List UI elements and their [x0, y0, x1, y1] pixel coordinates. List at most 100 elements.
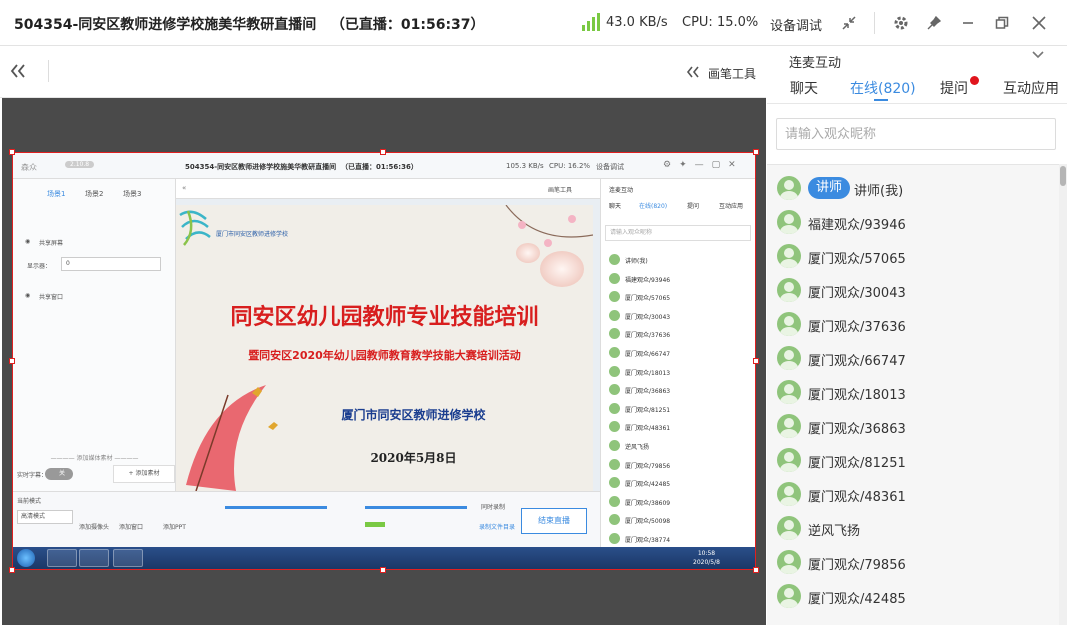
avatar-icon: [609, 458, 620, 470]
list-item[interactable]: 厦门观众/42485: [767, 584, 1057, 618]
inner-version-badge: 2.10.8: [65, 161, 95, 168]
avatar-icon: [609, 328, 620, 340]
avatar-icon: [777, 482, 801, 506]
inner-cpu-usage: CPU: 16.2%: [549, 162, 591, 170]
inner-audience-name: 逆风飞扬: [625, 444, 650, 451]
list-item[interactable]: 厦门观众/36863: [767, 414, 1057, 448]
list-item[interactable]: 厦门观众/66747: [767, 346, 1057, 380]
list-item[interactable]: 厦门观众/48361: [767, 482, 1057, 516]
tab-questions[interactable]: 提问: [940, 78, 968, 98]
double-chevron-left-icon[interactable]: [10, 62, 26, 83]
pen-tool-button[interactable]: 画笔工具: [708, 65, 756, 82]
restore-icon[interactable]: [991, 12, 1013, 34]
audience-name: 厦门观众/42485: [808, 592, 906, 607]
inner-scene-panel: 场景1 场景2 场景3 ◉ 共享屏幕 显示器： 0 ◉ 共享窗口 ———— 添加…: [13, 179, 176, 491]
inner-audience-name: 厦门观众/48361: [625, 425, 671, 433]
resize-handle[interactable]: [753, 358, 759, 364]
audience-name: 厦门观众/81251: [808, 456, 906, 471]
shrink-icon[interactable]: [838, 12, 860, 34]
list-item[interactable]: 厦门观众/30043: [767, 278, 1057, 312]
pin-icon[interactable]: [923, 12, 945, 34]
inner-audience-name: 福建观众/93946: [625, 276, 671, 284]
avatar-icon: [609, 440, 620, 451]
audience-name: 厦门观众/48361: [808, 490, 906, 505]
avatar-icon: [609, 495, 620, 507]
teacher-name: 讲师(我): [854, 184, 904, 199]
list-item[interactable]: 厦门观众/57065: [767, 244, 1057, 278]
cpu-usage: CPU: 15.0%: [682, 15, 759, 30]
audience-list: 讲师 讲师(我) 福建观众/93946 厦门观众/57065 厦门观众/30043 厦…: [767, 164, 1067, 625]
inner-audience-item: 厦门观众/57065: [601, 288, 755, 306]
app-icon: [113, 549, 143, 567]
resize-handle[interactable]: [9, 358, 15, 364]
avatar-icon: [777, 550, 801, 574]
inner-scene-tab-1: 场景1: [47, 190, 66, 198]
word-icon: [79, 549, 109, 567]
resize-handle[interactable]: [753, 567, 759, 573]
avatar-icon: [777, 210, 801, 234]
inner-audience-item: 讲师(我): [601, 251, 755, 269]
inner-network-speed: 105.3 KB/s: [506, 162, 544, 170]
list-item[interactable]: 厦门观众/18013: [767, 380, 1057, 414]
inner-audience-name: 厦门观众/50098: [625, 518, 671, 526]
inner-audience-name: 厦门观众/81251: [625, 406, 671, 414]
close-icon[interactable]: [1028, 12, 1050, 34]
active-tab-indicator: [874, 99, 888, 101]
list-item[interactable]: 福建观众/93946: [767, 210, 1057, 244]
app-window: 504354-同安区教师进修学校施美华教研直播间 （已直播：01:56:37） …: [0, 0, 1067, 625]
list-item[interactable]: 厦门观众/37636: [767, 312, 1057, 346]
avatar-icon: [609, 347, 620, 358]
teacher-badge: 讲师: [808, 177, 850, 199]
avatar-icon: [777, 414, 801, 438]
list-item[interactable]: 逆风飞扬: [767, 516, 1057, 550]
audience-search-input[interactable]: [776, 118, 1056, 150]
inner-audience-item: 厦门观众/37636: [601, 325, 755, 343]
inner-scene-tab-3: 场景3: [123, 190, 142, 198]
avatar-icon: [777, 584, 801, 608]
audience-name: 厦门观众/30043: [808, 286, 906, 301]
gear-icon[interactable]: [890, 12, 912, 34]
device-test-button[interactable]: 设备调试: [770, 15, 822, 34]
avatar-icon: [609, 254, 620, 265]
tab-chat[interactable]: 聊天: [790, 78, 818, 98]
inner-audience-item: 福建观众/93946: [601, 270, 755, 288]
audience-name: 厦门观众/66747: [808, 354, 906, 369]
avatar-icon: [609, 309, 620, 321]
audience-name: 厦门观众/18013: [808, 388, 906, 403]
resize-handle[interactable]: [753, 149, 759, 155]
slide-logo-text: 厦门市同安区教师进修学校: [216, 231, 289, 238]
resize-handle[interactable]: [380, 149, 386, 155]
scrollbar-thumb[interactable]: [1060, 166, 1066, 186]
resize-handle[interactable]: [9, 567, 15, 573]
eye-icon: ◉: [25, 292, 31, 299]
lianmai-dropdown[interactable]: 连麦互动: [789, 52, 841, 71]
inner-audience-item: 厦门观众/38774: [601, 530, 755, 548]
list-item-teacher[interactable]: 讲师 讲师(我): [767, 176, 1057, 210]
list-item[interactable]: 厦门观众/79856: [767, 550, 1057, 584]
inner-end-live-button: 结束直播: [521, 508, 587, 534]
inner-audience-item: 厦门观众/81251: [601, 400, 755, 418]
inner-audience-name: 厦门观众/30043: [625, 313, 671, 321]
inner-audience-item: 厦门观众/79856: [601, 456, 755, 474]
pen-collapse-icon[interactable]: [686, 63, 700, 82]
inner-source-row: ◉ 共享窗口: [25, 292, 64, 301]
avatar-icon: [777, 380, 801, 404]
list-item[interactable]: 厦门观众/81251: [767, 448, 1057, 482]
inner-window-title: 504354-同安区教师进修学校施美华教研直播间 （已直播：01:56:36）: [185, 163, 418, 171]
tab-interactive-apps[interactable]: 互动应用: [1003, 78, 1059, 98]
audience-name: 厦门观众/57065: [808, 252, 906, 267]
screen-capture-preview[interactable]: 森众 2.10.8 504354-同安区教师进修学校施美华教研直播间 （已直播：…: [12, 152, 756, 570]
scrollbar[interactable]: [1059, 164, 1067, 625]
avatar-icon: [609, 533, 620, 544]
tab-online[interactable]: 在线(820): [850, 78, 916, 98]
chevron-down-icon[interactable]: [1031, 48, 1045, 64]
resize-handle[interactable]: [380, 567, 386, 573]
inner-audience-name: 厦门观众/79856: [625, 462, 671, 470]
minimize-icon[interactable]: [957, 12, 979, 34]
inner-audience-name: 厦门观众/18013: [625, 369, 671, 377]
slide-subtitle: 暨同安区2020年幼儿园教师教育教学技能大赛培训活动: [248, 349, 521, 362]
audience-name: 福建观众/93946: [808, 218, 906, 233]
inner-device-test: 设备调试: [596, 163, 624, 171]
inner-audience-name: 讲师(我): [625, 258, 648, 265]
resize-handle[interactable]: [9, 149, 15, 155]
